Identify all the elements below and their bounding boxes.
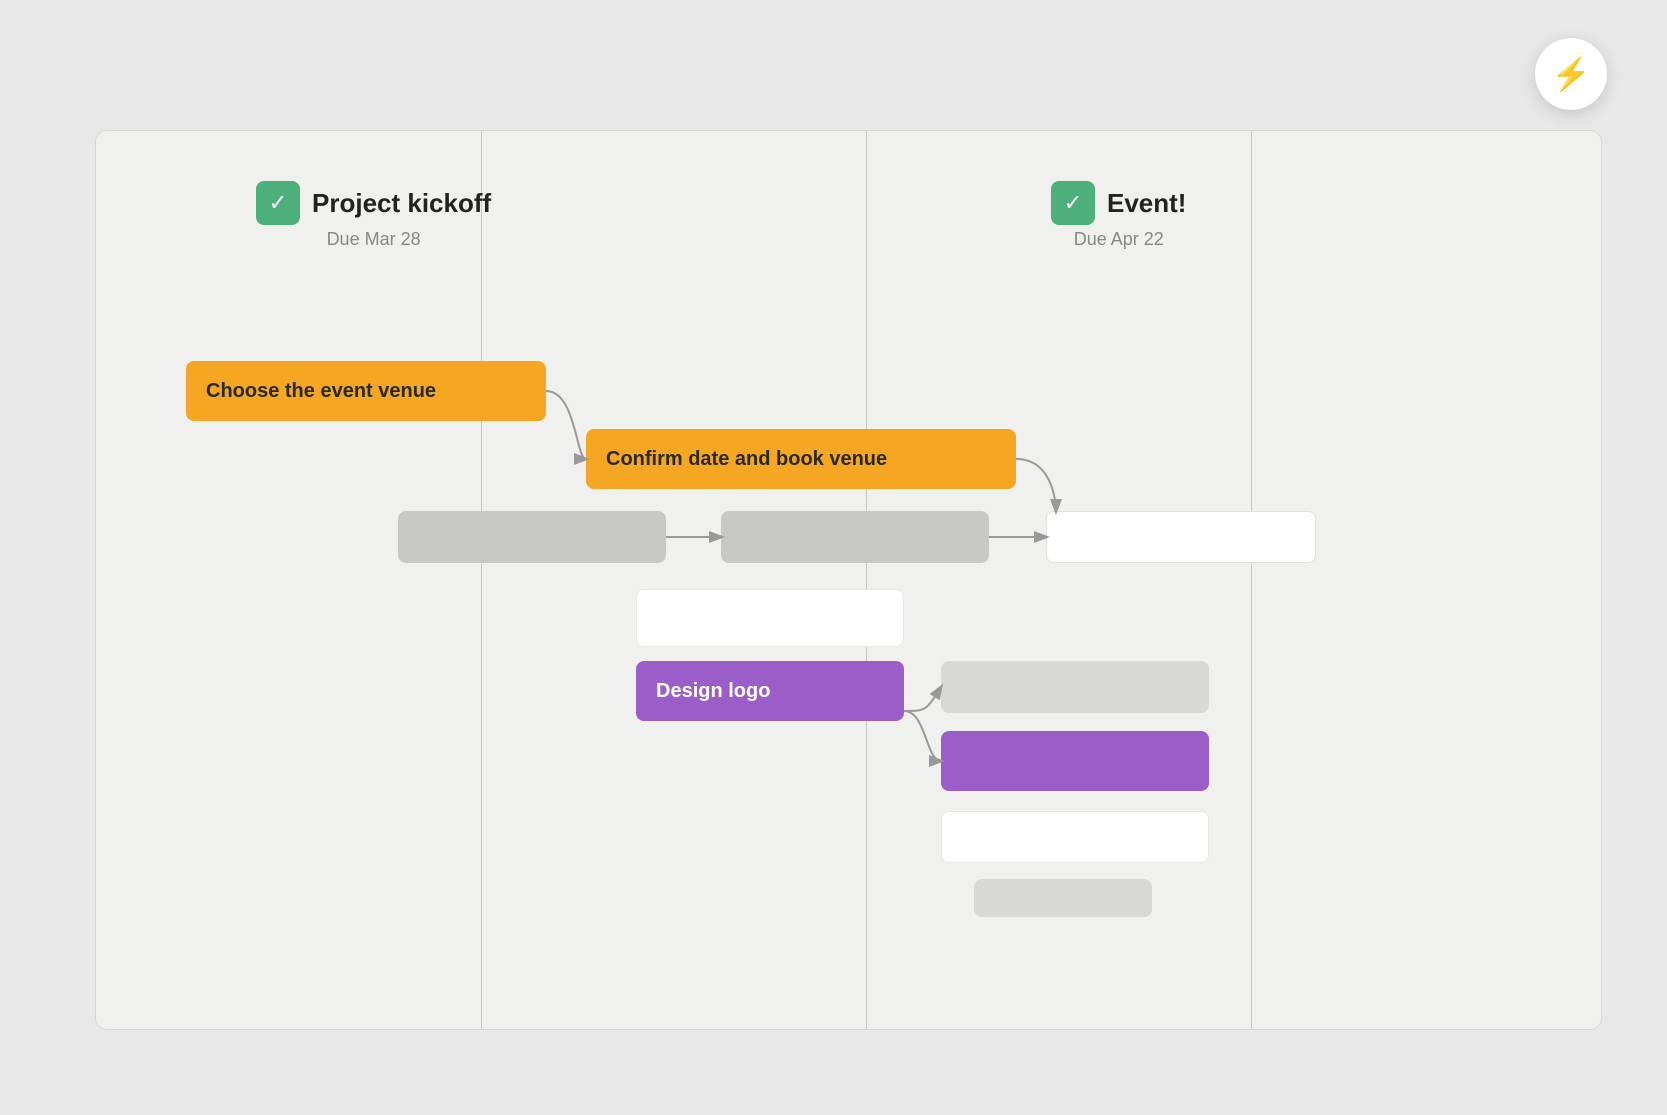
task-white-3[interactable]: [941, 811, 1209, 863]
milestone-kickoff-icon: ✓: [256, 181, 300, 225]
task-confirm-date[interactable]: Confirm date and book venue: [586, 429, 1016, 489]
lightning-icon: ⚡: [1551, 55, 1591, 93]
dependency-arrows: [96, 131, 1601, 1029]
milestone-kickoff: ✓ Project kickoff Due Mar 28: [256, 181, 491, 250]
milestone-line-1: [481, 131, 482, 1029]
project-canvas: ✓ Project kickoff Due Mar 28 ✓ Event! Du…: [95, 130, 1602, 1030]
milestone-event-header: ✓ Event!: [1051, 181, 1186, 225]
milestone-event-title: Event!: [1107, 188, 1186, 219]
task-purple-2[interactable]: [941, 731, 1209, 791]
task-choose-venue[interactable]: Choose the event venue: [186, 361, 546, 421]
task-white-2[interactable]: [636, 589, 904, 647]
task-gray-3[interactable]: [941, 661, 1209, 713]
milestone-line-2: [866, 131, 867, 1029]
milestone-kickoff-due: Due Mar 28: [327, 229, 421, 250]
milestone-kickoff-title: Project kickoff: [312, 188, 491, 219]
milestone-event-due: Due Apr 22: [1074, 229, 1164, 250]
milestone-line-3: [1251, 131, 1252, 1029]
task-gray-2[interactable]: [721, 511, 989, 563]
milestone-event-icon: ✓: [1051, 181, 1095, 225]
milestone-kickoff-header: ✓ Project kickoff: [256, 181, 491, 225]
lightning-button[interactable]: ⚡: [1535, 38, 1607, 110]
task-gray-4[interactable]: [974, 879, 1152, 917]
task-gray-1[interactable]: [398, 511, 666, 563]
task-design-logo[interactable]: Design logo: [636, 661, 904, 721]
milestone-event: ✓ Event! Due Apr 22: [1051, 181, 1186, 250]
task-white-1[interactable]: [1046, 511, 1316, 563]
